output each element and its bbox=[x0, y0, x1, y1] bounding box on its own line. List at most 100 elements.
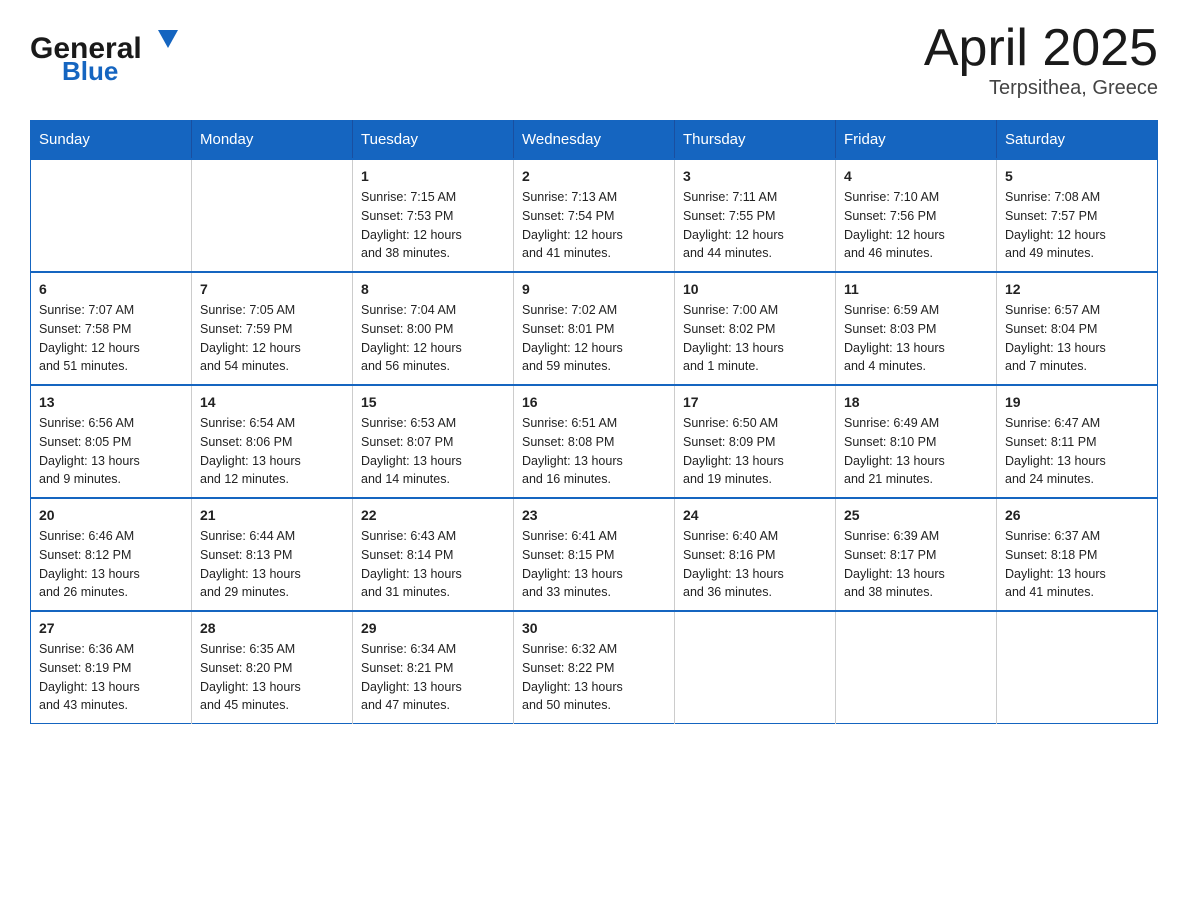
day-number: 7 bbox=[200, 281, 344, 297]
calendar-cell: 13Sunrise: 6:56 AMSunset: 8:05 PMDayligh… bbox=[31, 385, 192, 498]
calendar-cell: 5 Sunrise: 7:08 AMSunset: 7:57 PMDaylight… bbox=[997, 159, 1158, 272]
calendar-week-row: 1 Sunrise: 7:15 AMSunset: 7:53 PMDaylight… bbox=[31, 159, 1158, 272]
day-number: 29 bbox=[361, 620, 505, 636]
day-number: 10 bbox=[683, 281, 827, 297]
day-number: 18 bbox=[844, 394, 988, 410]
calendar-cell: 27Sunrise: 6:36 AMSunset: 8:19 PMDayligh… bbox=[31, 611, 192, 724]
col-thursday: Thursday bbox=[675, 121, 836, 160]
day-number: 14 bbox=[200, 394, 344, 410]
day-number: 9 bbox=[522, 281, 666, 297]
day-number: 13 bbox=[39, 394, 183, 410]
col-tuesday: Tuesday bbox=[353, 121, 514, 160]
day-number: 6 bbox=[39, 281, 183, 297]
day-info: Sunrise: 6:53 AMSunset: 8:07 PMDaylight:… bbox=[361, 414, 505, 489]
day-number: 16 bbox=[522, 394, 666, 410]
day-number: 15 bbox=[361, 394, 505, 410]
calendar-table: Sunday Monday Tuesday Wednesday Thursday… bbox=[30, 120, 1158, 724]
day-info: Sunrise: 6:49 AMSunset: 8:10 PMDaylight:… bbox=[844, 414, 988, 489]
day-number: 27 bbox=[39, 620, 183, 636]
calendar-cell: 3 Sunrise: 7:11 AMSunset: 7:55 PMDaylight… bbox=[675, 159, 836, 272]
day-info: Sunrise: 6:59 AMSunset: 8:03 PMDaylight:… bbox=[844, 301, 988, 376]
calendar-cell: 28Sunrise: 6:35 AMSunset: 8:20 PMDayligh… bbox=[192, 611, 353, 724]
calendar-cell bbox=[31, 159, 192, 272]
day-info: Sunrise: 6:43 AMSunset: 8:14 PMDaylight:… bbox=[361, 527, 505, 602]
calendar-cell bbox=[997, 611, 1158, 724]
calendar-cell: 22 Sunrise: 6:43 AMSunset: 8:14 PMDayligh… bbox=[353, 498, 514, 611]
svg-text:Blue: Blue bbox=[62, 56, 118, 85]
day-info: Sunrise: 6:46 AMSunset: 8:12 PMDaylight:… bbox=[39, 527, 183, 602]
calendar-cell: 2 Sunrise: 7:13 AMSunset: 7:54 PMDaylight… bbox=[514, 159, 675, 272]
calendar-cell: 18 Sunrise: 6:49 AMSunset: 8:10 PMDayligh… bbox=[836, 385, 997, 498]
calendar-cell: 24Sunrise: 6:40 AMSunset: 8:16 PMDayligh… bbox=[675, 498, 836, 611]
day-info: Sunrise: 7:02 AMSunset: 8:01 PMDaylight:… bbox=[522, 301, 666, 376]
day-number: 11 bbox=[844, 281, 988, 297]
calendar-cell: 30 Sunrise: 6:32 AMSunset: 8:22 PMDayligh… bbox=[514, 611, 675, 724]
day-info: Sunrise: 7:10 AMSunset: 7:56 PMDaylight:… bbox=[844, 188, 988, 263]
calendar-cell: 14 Sunrise: 6:54 AMSunset: 8:06 PMDayligh… bbox=[192, 385, 353, 498]
day-info: Sunrise: 7:05 AMSunset: 7:59 PMDaylight:… bbox=[200, 301, 344, 376]
day-info: Sunrise: 6:54 AMSunset: 8:06 PMDaylight:… bbox=[200, 414, 344, 489]
calendar-week-row: 27Sunrise: 6:36 AMSunset: 8:19 PMDayligh… bbox=[31, 611, 1158, 724]
day-info: Sunrise: 6:40 AMSunset: 8:16 PMDaylight:… bbox=[683, 527, 827, 602]
calendar-cell: 8Sunrise: 7:04 AMSunset: 8:00 PMDaylight… bbox=[353, 272, 514, 385]
day-number: 20 bbox=[39, 507, 183, 523]
calendar-cell: 19Sunrise: 6:47 AMSunset: 8:11 PMDayligh… bbox=[997, 385, 1158, 498]
day-info: Sunrise: 7:00 AMSunset: 8:02 PMDaylight:… bbox=[683, 301, 827, 376]
day-info: Sunrise: 7:13 AMSunset: 7:54 PMDaylight:… bbox=[522, 188, 666, 263]
day-number: 22 bbox=[361, 507, 505, 523]
calendar-cell: 20 Sunrise: 6:46 AMSunset: 8:12 PMDayligh… bbox=[31, 498, 192, 611]
page-header: General Blue April 2025 Terpsithea, Gree… bbox=[30, 20, 1158, 100]
day-number: 1 bbox=[361, 168, 505, 184]
calendar-cell: 7 Sunrise: 7:05 AMSunset: 7:59 PMDaylight… bbox=[192, 272, 353, 385]
page-title: April 2025 bbox=[924, 20, 1158, 77]
day-number: 3 bbox=[683, 168, 827, 184]
title-block: April 2025 Terpsithea, Greece bbox=[924, 20, 1158, 100]
calendar-header-row: Sunday Monday Tuesday Wednesday Thursday… bbox=[31, 121, 1158, 160]
day-info: Sunrise: 6:44 AMSunset: 8:13 PMDaylight:… bbox=[200, 527, 344, 602]
day-info: Sunrise: 6:51 AMSunset: 8:08 PMDaylight:… bbox=[522, 414, 666, 489]
calendar-cell: 4 Sunrise: 7:10 AMSunset: 7:56 PMDaylight… bbox=[836, 159, 997, 272]
calendar-cell: 6Sunrise: 7:07 AMSunset: 7:58 PMDaylight… bbox=[31, 272, 192, 385]
calendar-week-row: 13Sunrise: 6:56 AMSunset: 8:05 PMDayligh… bbox=[31, 385, 1158, 498]
day-info: Sunrise: 6:37 AMSunset: 8:18 PMDaylight:… bbox=[1005, 527, 1149, 602]
day-number: 2 bbox=[522, 168, 666, 184]
logo: General Blue bbox=[30, 20, 190, 85]
calendar-cell: 21 Sunrise: 6:44 AMSunset: 8:13 PMDayligh… bbox=[192, 498, 353, 611]
day-info: Sunrise: 7:15 AMSunset: 7:53 PMDaylight:… bbox=[361, 188, 505, 263]
calendar-cell: 29 Sunrise: 6:34 AMSunset: 8:21 PMDayligh… bbox=[353, 611, 514, 724]
calendar-week-row: 6Sunrise: 7:07 AMSunset: 7:58 PMDaylight… bbox=[31, 272, 1158, 385]
col-sunday: Sunday bbox=[31, 121, 192, 160]
calendar-cell: 25Sunrise: 6:39 AMSunset: 8:17 PMDayligh… bbox=[836, 498, 997, 611]
calendar-cell: 11 Sunrise: 6:59 AMSunset: 8:03 PMDayligh… bbox=[836, 272, 997, 385]
day-number: 5 bbox=[1005, 168, 1149, 184]
calendar-cell bbox=[675, 611, 836, 724]
calendar-cell: 15 Sunrise: 6:53 AMSunset: 8:07 PMDayligh… bbox=[353, 385, 514, 498]
col-saturday: Saturday bbox=[997, 121, 1158, 160]
col-friday: Friday bbox=[836, 121, 997, 160]
day-number: 17 bbox=[683, 394, 827, 410]
day-number: 30 bbox=[522, 620, 666, 636]
col-monday: Monday bbox=[192, 121, 353, 160]
calendar-cell: 16 Sunrise: 6:51 AMSunset: 8:08 PMDayligh… bbox=[514, 385, 675, 498]
day-number: 26 bbox=[1005, 507, 1149, 523]
calendar-week-row: 20 Sunrise: 6:46 AMSunset: 8:12 PMDayligh… bbox=[31, 498, 1158, 611]
calendar-cell bbox=[192, 159, 353, 272]
day-info: Sunrise: 6:47 AMSunset: 8:11 PMDaylight:… bbox=[1005, 414, 1149, 489]
calendar-cell: 17 Sunrise: 6:50 AMSunset: 8:09 PMDayligh… bbox=[675, 385, 836, 498]
day-number: 21 bbox=[200, 507, 344, 523]
calendar-cell: 26 Sunrise: 6:37 AMSunset: 8:18 PMDayligh… bbox=[997, 498, 1158, 611]
day-info: Sunrise: 6:39 AMSunset: 8:17 PMDaylight:… bbox=[844, 527, 988, 602]
day-info: Sunrise: 6:50 AMSunset: 8:09 PMDaylight:… bbox=[683, 414, 827, 489]
day-number: 4 bbox=[844, 168, 988, 184]
day-info: Sunrise: 6:34 AMSunset: 8:21 PMDaylight:… bbox=[361, 640, 505, 715]
day-info: Sunrise: 6:57 AMSunset: 8:04 PMDaylight:… bbox=[1005, 301, 1149, 376]
day-number: 23 bbox=[522, 507, 666, 523]
day-info: Sunrise: 7:11 AMSunset: 7:55 PMDaylight:… bbox=[683, 188, 827, 263]
day-info: Sunrise: 7:08 AMSunset: 7:57 PMDaylight:… bbox=[1005, 188, 1149, 263]
day-info: Sunrise: 7:04 AMSunset: 8:00 PMDaylight:… bbox=[361, 301, 505, 376]
calendar-cell: 23 Sunrise: 6:41 AMSunset: 8:15 PMDayligh… bbox=[514, 498, 675, 611]
page-subtitle: Terpsithea, Greece bbox=[924, 77, 1158, 100]
day-number: 12 bbox=[1005, 281, 1149, 297]
day-info: Sunrise: 6:32 AMSunset: 8:22 PMDaylight:… bbox=[522, 640, 666, 715]
day-info: Sunrise: 6:41 AMSunset: 8:15 PMDaylight:… bbox=[522, 527, 666, 602]
